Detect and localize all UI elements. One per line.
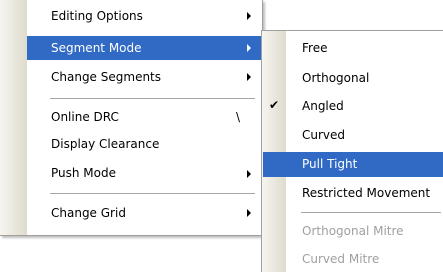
submenu-item-curved[interactable]: Curved [263,123,443,147]
menu-item-change-grid[interactable]: Change Grid [27,201,261,225]
menu-item-label: Orthogonal Mitre [302,224,404,238]
submenu-item-orthogonal[interactable]: Orthogonal [263,66,443,90]
menu-item-label: Orthogonal [302,71,370,85]
menu-item-label: Curved Mitre [302,252,380,266]
menu-item-label: Online DRC [51,110,119,124]
menu-item-label: Change Segments [51,70,162,84]
menu-item-label: Restricted Movement [302,186,431,200]
menu-item-label: Angled [302,99,344,113]
menu-item-push-mode[interactable]: Push Mode [27,162,261,186]
submenu-item-free[interactable]: Free [263,36,443,60]
submenu-item-orthogonal-mitre: Orthogonal Mitre [263,219,443,243]
menu-item-editing-options[interactable]: Editing Options [27,4,261,28]
menu-separator [50,193,255,194]
menu-icon-strip [0,0,27,235]
submenu-arrow-icon [247,44,251,52]
segment-mode-submenu: Free Orthogonal ✔ Angled Curved Pull Tig… [261,30,443,272]
submenu-arrow-icon [247,73,251,81]
menu-item-label: Editing Options [51,9,143,23]
menu-item-label: Curved [302,128,346,142]
checkmark-icon: ✔ [269,98,280,112]
menu-item-label: Segment Mode [51,41,142,55]
submenu-item-restricted-movement[interactable]: Restricted Movement [263,181,443,205]
menu-item-display-clearance[interactable]: Display Clearance [27,133,261,157]
submenu-item-angled[interactable]: ✔ Angled [263,94,443,118]
submenu-item-pull-tight[interactable]: Pull Tight [263,152,443,177]
context-menu: Editing Options Segment Mode Change Segm… [0,0,263,236]
menu-item-segment-mode[interactable]: Segment Mode [27,36,261,60]
menu-item-label: Push Mode [51,166,116,180]
menu-item-label: Pull Tight [302,157,358,171]
submenu-item-curved-mitre: Curved Mitre [263,247,443,271]
menu-item-label: Change Grid [51,206,126,220]
menu-item-online-drc[interactable]: Online DRC \ [27,106,261,130]
submenu-arrow-icon [247,209,251,217]
submenu-arrow-icon [247,12,251,20]
menu-item-label: Display Clearance [51,137,160,151]
menu-separator [50,98,255,99]
menu-separator [301,212,441,213]
menu-item-label: Free [302,41,328,55]
menu-item-shortcut: \ [236,110,241,124]
menu-item-change-segments[interactable]: Change Segments [27,66,261,90]
submenu-arrow-icon [247,170,251,178]
